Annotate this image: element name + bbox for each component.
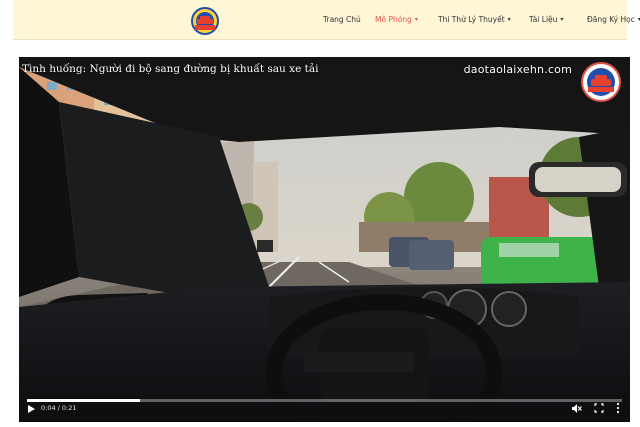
chevron-down-icon: ▾ — [414, 16, 418, 23]
driving-simulation-frame — [19, 57, 630, 422]
play-icon[interactable] — [26, 404, 36, 414]
nav-theory-test[interactable]: Thi Thử Lý Thuyết ▾ — [438, 15, 511, 24]
main-nav: Trang Chủ Mô Phỏng ▾ Thi Thử Lý Thuyết ▾ T… — [13, 0, 640, 39]
nav-documents[interactable]: Tài Liệu ▾ — [529, 15, 563, 24]
video-controls: 0:04 / 0:21 — [19, 396, 630, 422]
driving-school-logo-icon — [581, 62, 621, 102]
site-header: Trang Chủ Mô Phỏng ▾ Thi Thử Lý Thuyết ▾ T… — [13, 0, 640, 40]
nav-home[interactable]: Trang Chủ — [323, 15, 361, 24]
nav-simulation[interactable]: Mô Phỏng ▾ — [375, 15, 418, 24]
more-options-icon[interactable] — [615, 402, 621, 414]
fullscreen-icon[interactable] — [594, 403, 604, 413]
scenario-caption: Tình huống: Người đi bộ sang đường bị kh… — [22, 63, 319, 75]
time-display: 0:04 / 0:21 — [41, 404, 77, 412]
progress-fill — [27, 399, 141, 402]
site-watermark: daotaolaixehn.com — [463, 63, 572, 76]
progress-bar[interactable] — [27, 399, 622, 402]
chevron-down-icon: ▾ — [507, 16, 511, 23]
chevron-down-icon: ▾ — [560, 16, 564, 23]
video-player[interactable]: Tình huống: Người đi bộ sang đường bị kh… — [19, 57, 630, 422]
volume-muted-icon[interactable] — [571, 403, 582, 414]
nav-register[interactable]: Đăng Ký Học ▾ — [587, 15, 640, 24]
